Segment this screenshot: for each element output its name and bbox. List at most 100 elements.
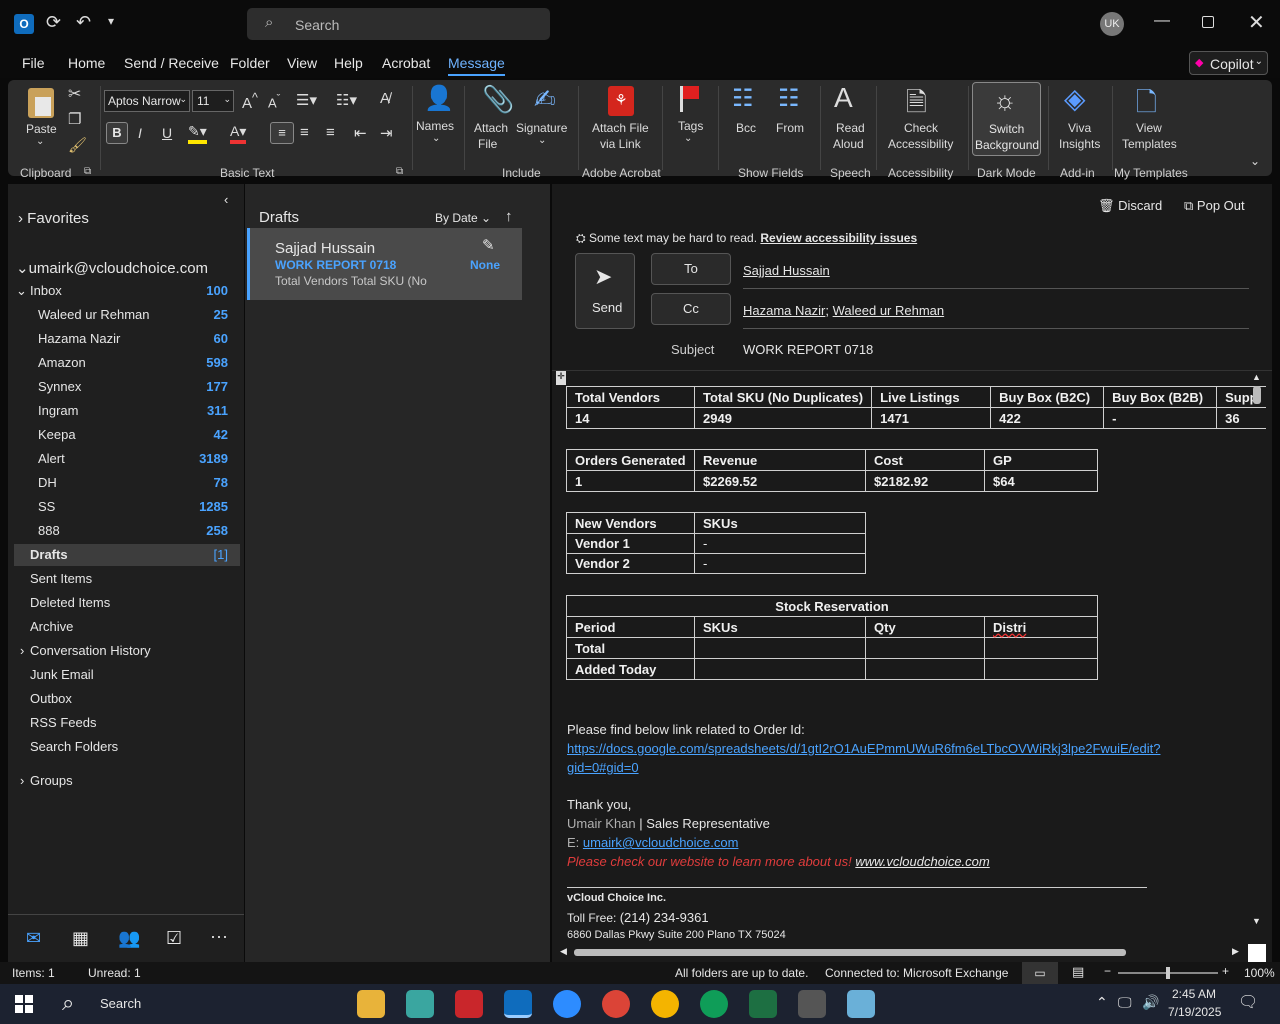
scroll-left-icon[interactable]: ◀ xyxy=(560,946,567,957)
bcc-icon[interactable]: ☷ xyxy=(732,84,754,113)
zoom-slider-thumb[interactable] xyxy=(1166,967,1170,979)
collapse-pane-icon[interactable]: ‹ xyxy=(224,192,228,207)
from-icon[interactable]: ☷ xyxy=(778,84,800,113)
increase-indent-icon[interactable]: ⇥ xyxy=(380,124,393,142)
cc-recipient[interactable]: Waleed ur Rehman xyxy=(833,303,945,318)
align-right-icon[interactable]: ≡ xyxy=(326,124,335,141)
table-cell[interactable] xyxy=(865,637,985,659)
menu-message[interactable]: Message xyxy=(448,55,505,76)
attach-file-label2[interactable]: File xyxy=(478,137,497,151)
decrease-indent-icon[interactable]: ⇤ xyxy=(354,124,367,142)
check-accessibility-button[interactable]: Check xyxy=(904,121,938,135)
folder-synnex[interactable]: Synnex 177 xyxy=(8,376,240,398)
table-cell[interactable]: Added Today xyxy=(566,658,695,680)
folder-rss-feeds[interactable]: RSS Feeds xyxy=(8,712,240,734)
table-cell[interactable] xyxy=(984,637,1098,659)
mail-icon[interactable]: ✉ xyxy=(26,928,41,949)
table-header-cell[interactable]: GP xyxy=(984,449,1098,471)
network-icon[interactable]: 🖵 xyxy=(1118,994,1132,1011)
table-cell[interactable]: $2182.92 xyxy=(865,470,985,492)
attach-via-link-label2[interactable]: via Link xyxy=(600,137,641,151)
undo-icon[interactable]: ↶ xyxy=(76,12,91,33)
table-cell[interactable]: 422 xyxy=(990,407,1105,429)
message-item[interactable]: Sajjad Hussain WORK REPORT 0718 Total Ve… xyxy=(247,228,522,300)
view-templates-label2[interactable]: Templates xyxy=(1122,137,1177,151)
attach-via-link-button[interactable]: Attach File xyxy=(592,121,649,135)
flag-icon[interactable] xyxy=(680,86,700,112)
folder-alert[interactable]: Alert 3189 xyxy=(8,448,240,470)
clipboard-launcher-icon[interactable]: ⧉ xyxy=(84,166,91,177)
font-color-icon[interactable]: A▾ xyxy=(230,123,247,144)
app-icon[interactable] xyxy=(406,990,434,1018)
file-explorer-icon[interactable] xyxy=(357,990,385,1018)
chrome-icon[interactable] xyxy=(700,990,728,1018)
cut-icon[interactable]: ✂ xyxy=(68,84,81,104)
favorites-header[interactable]: › Favorites xyxy=(18,210,89,227)
shrink-font-icon[interactable]: Aˇ xyxy=(268,93,280,110)
taskbar-search[interactable]: Search xyxy=(100,996,141,1011)
table-cell[interactable]: $2269.52 xyxy=(694,470,866,492)
outlook-icon[interactable] xyxy=(504,990,532,1018)
table-cell[interactable]: 1471 xyxy=(871,407,992,429)
sync-icon[interactable]: ⟳ xyxy=(46,12,61,33)
folder-waleed-ur-rehman[interactable]: Waleed ur Rehman 25 xyxy=(8,304,240,326)
folder-deleted-items[interactable]: Deleted Items xyxy=(8,592,240,614)
clock-time[interactable]: 2:45 AM xyxy=(1172,987,1216,1001)
signature-icon[interactable]: ✍ xyxy=(534,84,556,115)
menu-home[interactable]: Home xyxy=(68,55,105,71)
subject-field[interactable]: WORK REPORT 0718 xyxy=(743,342,873,357)
account-header[interactable]: ⌄umairk@vcloudchoice.com xyxy=(16,259,208,277)
chevron-down-icon[interactable]: ⌄ xyxy=(432,133,440,144)
basic-text-launcher-icon[interactable]: ⧉ xyxy=(396,166,403,177)
maximize-icon[interactable] xyxy=(1202,16,1214,28)
table-title-cell[interactable]: Stock Reservation xyxy=(566,595,1098,617)
table-move-handle-icon[interactable]: ✛ xyxy=(556,371,566,385)
paste-button[interactable]: Paste xyxy=(26,122,57,136)
viva-insights-icon[interactable]: ◈ xyxy=(1064,82,1086,115)
table-header-cell[interactable]: Live Listings xyxy=(871,386,992,408)
folder-drafts[interactable]: Drafts [1] xyxy=(14,544,240,566)
calendar-icon[interactable]: ▦ xyxy=(72,928,89,949)
sort-by-dropdown[interactable]: By Date ⌄ xyxy=(435,211,491,225)
table-cell[interactable]: - xyxy=(694,533,866,554)
groups-header[interactable]: › Groups xyxy=(8,770,240,792)
table-header-cell[interactable]: SKUs xyxy=(694,512,866,534)
attach-file-button[interactable]: Attach xyxy=(474,121,508,135)
names-button[interactable]: Names xyxy=(416,119,454,133)
table-header-cell[interactable]: SKUs xyxy=(694,616,866,638)
table-header-cell[interactable]: Period xyxy=(566,616,695,638)
vertical-scrollbar[interactable]: ▲ ▼ xyxy=(1250,372,1264,932)
folder-sent-items[interactable]: Sent Items xyxy=(8,568,240,590)
app-icon[interactable] xyxy=(847,990,875,1018)
table-header-cell[interactable]: Total Vendors xyxy=(566,386,695,408)
folder-archive[interactable]: Archive xyxy=(8,616,240,638)
grow-font-icon[interactable]: A^ xyxy=(242,91,258,112)
calculator-icon[interactable] xyxy=(798,990,826,1018)
menu-send-receive[interactable]: Send / Receive xyxy=(124,55,219,71)
folder-ingram[interactable]: Ingram 311 xyxy=(8,400,240,422)
font-name-select[interactable]: Aptos Narrow ⌄ xyxy=(104,90,190,112)
table-cell[interactable]: 1 xyxy=(566,470,695,492)
chevron-down-icon[interactable]: ⌄ xyxy=(684,133,692,144)
volume-icon[interactable]: 🔊 xyxy=(1142,994,1159,1011)
table-cell[interactable]: Vendor 2 xyxy=(566,553,695,574)
pop-out-button[interactable]: ⧉ Pop Out xyxy=(1184,198,1245,214)
signature-button[interactable]: Signature xyxy=(516,121,567,135)
normal-view-icon[interactable]: ▭ xyxy=(1022,962,1058,984)
order-sheet-link[interactable]: https://docs.google.com/spreadsheets/d/1… xyxy=(567,741,1160,756)
stock-reservation-table[interactable]: Stock Reservation Period SKUs Qty Distri… xyxy=(566,595,1098,680)
scroll-up-icon[interactable]: ▲ xyxy=(1252,372,1261,382)
table-header-cell[interactable]: Orders Generated xyxy=(566,449,695,471)
scroll-down-icon[interactable]: ▼ xyxy=(1252,916,1261,926)
table-header-cell[interactable]: Buy Box (B2B) xyxy=(1103,386,1218,408)
folder-hazama-nazir[interactable]: Hazama Nazir 60 xyxy=(8,328,240,350)
table-header-cell[interactable]: Total SKU (No Duplicates) xyxy=(693,386,873,408)
folder-outbox[interactable]: Outbox xyxy=(8,688,240,710)
from-button[interactable]: From xyxy=(776,121,804,135)
table-cell[interactable]: 2949 xyxy=(693,407,873,429)
chrome-icon[interactable] xyxy=(651,990,679,1018)
scroll-thumb[interactable] xyxy=(1253,386,1261,404)
table-header-cell[interactable]: Qty xyxy=(865,616,985,638)
minimize-icon[interactable]: — xyxy=(1154,12,1170,30)
align-center-icon[interactable]: ≡ xyxy=(300,124,309,141)
